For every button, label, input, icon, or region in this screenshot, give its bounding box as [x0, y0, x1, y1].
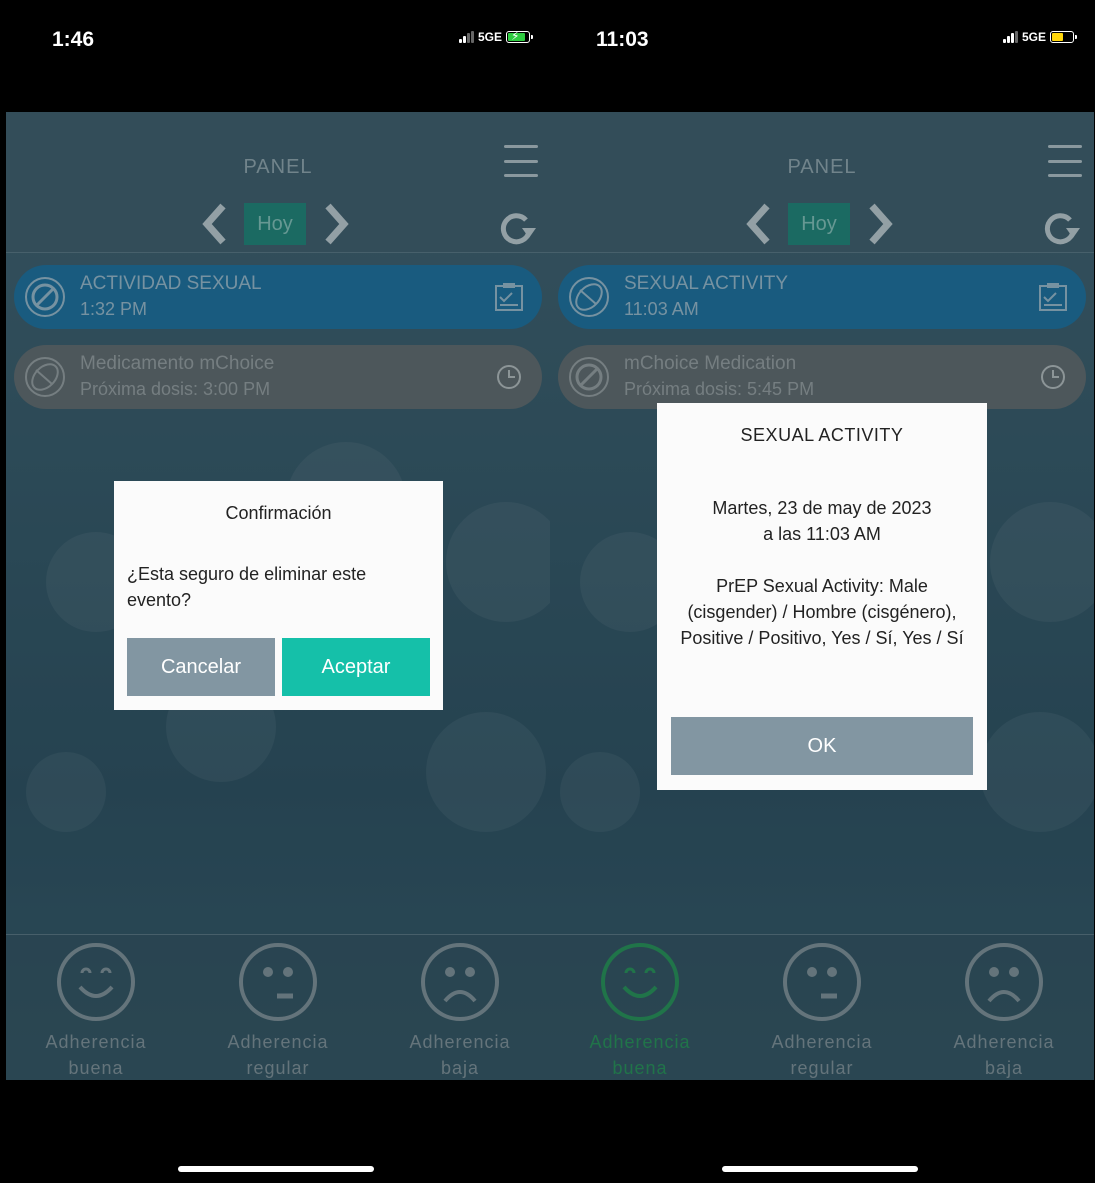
dialog-detail: PrEP Sexual Activity: Male (cisgender) /…	[680, 576, 964, 648]
network-label: 5GE	[477, 30, 502, 44]
home-indicator[interactable]	[178, 1166, 374, 1172]
accept-button[interactable]: Aceptar	[282, 638, 430, 696]
phone-screen-left: 1:46 5GE ⚡ PANEL Hoy ACTIVIDAD SEXUAL 1:…	[6, 0, 550, 1183]
status-bar-icons: 5GE ⚡	[458, 29, 533, 44]
home-indicator[interactable]	[722, 1166, 918, 1172]
event-detail-dialog: SEXUAL ACTIVITY Martes, 23 de may de 202…	[657, 403, 987, 790]
phone-screen-right: 11:03 5GE PANEL Hoy SEXUAL ACTIVITY 11:0…	[550, 0, 1094, 1183]
battery-charging-icon: ⚡	[506, 29, 533, 43]
signal-icon	[458, 31, 474, 43]
status-time: 11:03	[596, 28, 649, 51]
status-time: 1:46	[52, 28, 95, 51]
dialog-time-line: a las 11:03 AM	[763, 524, 881, 544]
dialog-title: SEXUAL ACTIVITY	[740, 425, 904, 445]
dialog-title: Confirmación	[225, 503, 332, 523]
network-label: 5GE	[1021, 30, 1046, 44]
dialog-message: ¿Esta seguro de eliminar este evento?	[127, 564, 367, 610]
cancel-button[interactable]: Cancelar	[127, 638, 275, 696]
dialog-date: Martes, 23 de may de 2023 a las 11:03 AM	[657, 495, 987, 547]
signal-icon	[1002, 31, 1018, 43]
battery-icon	[1050, 31, 1077, 43]
confirmation-dialog: Confirmación ¿Esta seguro de eliminar es…	[114, 481, 443, 710]
ok-button[interactable]: OK	[671, 717, 973, 775]
status-bar-icons: 5GE	[1002, 30, 1077, 44]
dialog-date-line: Martes, 23 de may de 2023	[712, 498, 932, 518]
